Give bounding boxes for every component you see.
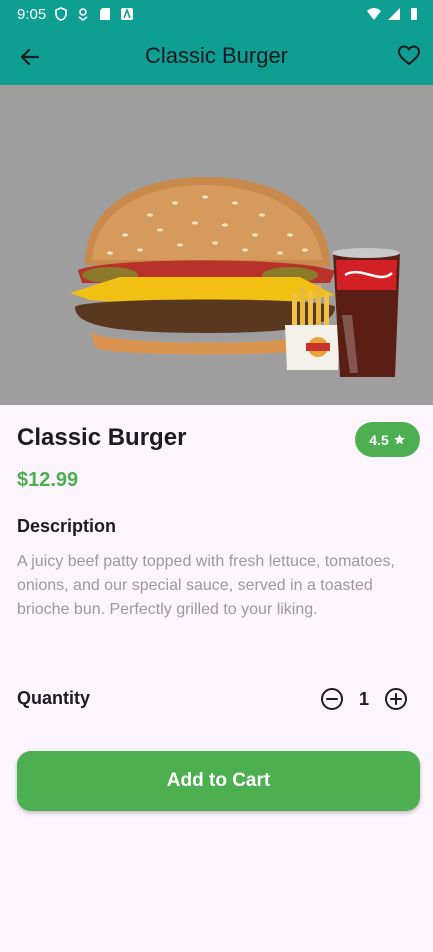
status-bar: 9:05	[0, 0, 433, 28]
app-bar: Classic Burger	[0, 28, 433, 85]
star-icon	[393, 434, 405, 445]
remove-circle-outline-icon	[321, 688, 343, 710]
add-circle-outline-icon	[385, 688, 407, 710]
description-text: A juicy beef patty topped with fresh let…	[17, 553, 395, 618]
battery-icon	[411, 8, 417, 20]
sd-card-icon	[100, 8, 111, 20]
add-to-cart-button[interactable]: Add to Cart	[17, 751, 420, 811]
rating-badge: 4.5	[355, 422, 420, 457]
favorite-button[interactable]	[395, 42, 423, 70]
quantity-label: Quantity	[17, 688, 91, 708]
page-title: Classic Burger	[144, 43, 289, 68]
app-icon	[121, 7, 134, 20]
quantity-value: 1	[358, 689, 369, 709]
product-price: $12.99	[17, 469, 79, 491]
increase-quantity-button[interactable]	[384, 687, 408, 711]
signal-icon	[388, 8, 400, 20]
shield-icon	[55, 7, 68, 21]
decrease-quantity-button[interactable]	[320, 687, 344, 711]
product-image	[0, 85, 433, 405]
rating-value: 4.5	[369, 431, 389, 448]
product-name: Classic Burger	[17, 424, 187, 451]
description-heading: Description	[17, 516, 117, 536]
status-time: 9:05	[17, 5, 47, 23]
heart-outline-icon	[398, 45, 420, 65]
location-icon	[78, 8, 88, 21]
wifi-icon	[367, 8, 381, 20]
